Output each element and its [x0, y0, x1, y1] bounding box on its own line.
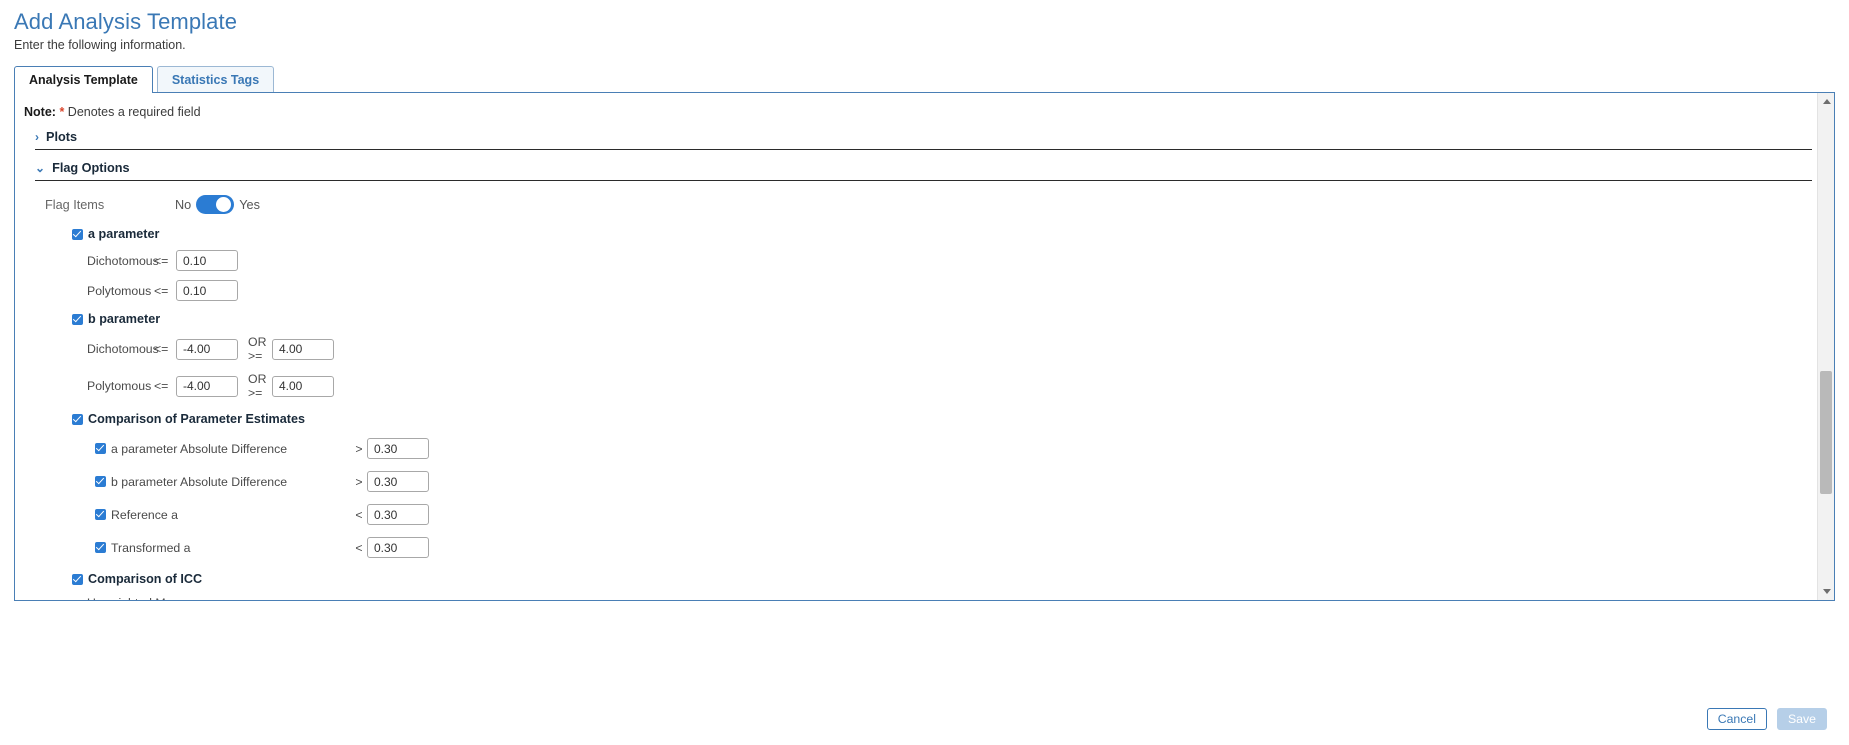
b-absolute-difference-operator: > [355, 474, 363, 489]
a-absolute-difference-checkbox[interactable] [95, 443, 106, 454]
scroll-up-arrow-icon[interactable] [1818, 93, 1835, 110]
required-field-note: Note: * Denotes a required field [15, 93, 1834, 119]
b-absolute-difference-input[interactable] [367, 471, 429, 492]
a-dichotomous-operator: <= [154, 253, 169, 268]
a-parameter-checkbox[interactable] [72, 228, 83, 240]
tab-statistics-tags[interactable]: Statistics Tags [156, 66, 275, 93]
note-prefix: Note: [24, 105, 56, 119]
tab-bar: Analysis Template Statistics Tags [14, 66, 1849, 93]
flag-items-toggle-group: No Yes [175, 195, 260, 214]
reference-a-label: Reference a [111, 507, 178, 522]
form-panel: Note: * Denotes a required field › Plots… [14, 92, 1835, 601]
b-polytomous-label: Polytomous [87, 379, 152, 393]
chevron-right-icon: › [35, 130, 39, 144]
note-text: Denotes a required field [67, 105, 201, 119]
section-plots-divider [35, 149, 1812, 150]
toggle-off-label: No [175, 197, 192, 212]
comparison-parameter-estimates-group: Comparison of Parameter Estimates [15, 400, 1834, 426]
page-title: Add Analysis Template [14, 9, 238, 34]
a-parameter-polytomous-row: Polytomous <= [15, 280, 1834, 301]
transformed-a-label: Transformed a [111, 540, 191, 555]
comparison-parameter-estimates-checkbox-row[interactable]: Comparison of Parameter Estimates [72, 412, 1834, 426]
cmp-row-transformed-a: Transformed a < [15, 537, 1834, 558]
b-dichotomous-input[interactable] [176, 338, 238, 360]
a-parameter-label: a parameter [88, 227, 160, 241]
b-parameter-checkbox[interactable] [72, 313, 83, 325]
section-plots: › Plots [15, 130, 1834, 150]
a-dichotomous-label: Dichotomous [87, 253, 159, 268]
flag-items-label: Flag Items [45, 197, 105, 212]
b-dichotomous-operator-2: OR >= [248, 335, 267, 363]
a-parameter-dichotomous-row: Dichotomous <= [15, 250, 1834, 271]
add-analysis-template-page: Add Analysis Template Enter the followin… [0, 0, 1849, 745]
comparison-icc-checkbox-row[interactable]: Comparison of ICC [72, 572, 1834, 586]
toggle-on-label: Yes [239, 197, 260, 212]
flag-items-row: Flag Items No Yes [15, 181, 1834, 214]
vertical-scrollbar[interactable] [1817, 93, 1834, 600]
b-polytomous-operator: <= [154, 379, 169, 393]
section-plots-label: Plots [46, 130, 78, 144]
a-polytomous-operator: <= [154, 283, 169, 298]
a-absolute-difference-input[interactable] [367, 438, 429, 459]
unweighted-max-difference-label: Unweighted Max Difference [87, 596, 215, 600]
chevron-down-icon: ⌄ [35, 161, 46, 175]
a-parameter-group: a parameter [15, 214, 1834, 241]
save-button[interactable]: Save [1776, 708, 1827, 730]
scrollbar-thumb[interactable] [1820, 371, 1832, 494]
comparison-parameter-estimates-label: Comparison of Parameter Estimates [88, 412, 305, 426]
reference-a-input[interactable] [367, 504, 429, 525]
transformed-a-input[interactable] [367, 537, 429, 558]
b-polytomous-operator-2: OR >= [248, 372, 267, 400]
comparison-parameter-estimates-checkbox[interactable] [72, 413, 83, 425]
comparison-icc-group: Comparison of ICC [15, 558, 1834, 586]
reference-a-operator: < [355, 507, 363, 522]
comparison-icc-checkbox[interactable] [72, 573, 83, 585]
b-dichotomous-label: Dichotomous [87, 342, 159, 356]
a-dichotomous-input[interactable] [176, 250, 238, 271]
a-polytomous-label: Polytomous [87, 283, 152, 298]
footer-actions: Cancel Save [0, 693, 1849, 745]
b-dichotomous-operator: <= [154, 342, 169, 356]
flag-items-toggle[interactable] [196, 195, 235, 214]
form-panel-content: Note: * Denotes a required field › Plots… [15, 93, 1834, 600]
required-asterisk: * [59, 105, 65, 119]
page-subtitle: Enter the following information. [14, 38, 186, 52]
a-absolute-difference-operator: > [355, 441, 363, 456]
b-parameter-polytomous-row: Polytomous <= OR >= [15, 372, 1834, 400]
b-absolute-difference-checkbox[interactable] [95, 476, 106, 487]
cmp-row-reference-a: Reference a < [15, 504, 1834, 525]
b-parameter-group: b parameter [15, 301, 1834, 326]
icc-row-unweighted-max-difference: Unweighted Max Difference >= [15, 596, 1834, 600]
toggle-knob [216, 197, 232, 212]
b-parameter-label: b parameter [88, 312, 161, 326]
a-parameter-checkbox-row[interactable]: a parameter [72, 227, 1834, 241]
reference-a-checkbox[interactable] [95, 509, 106, 520]
tab-analysis-template[interactable]: Analysis Template [14, 66, 153, 93]
unweighted-max-difference-input[interactable] [241, 599, 303, 600]
section-plots-header[interactable]: › Plots [15, 130, 1834, 149]
a-polytomous-input[interactable] [176, 280, 238, 301]
transformed-a-checkbox[interactable] [95, 542, 106, 553]
b-parameter-dichotomous-row: Dichotomous <= OR >= [15, 335, 1834, 363]
page-header: Add Analysis Template Enter the followin… [0, 0, 1849, 53]
section-flag-options-header[interactable]: ⌄ Flag Options [15, 161, 1834, 180]
transformed-a-operator: < [355, 540, 363, 555]
cancel-button[interactable]: Cancel [1706, 708, 1767, 730]
comparison-icc-label: Comparison of ICC [88, 572, 203, 586]
b-polytomous-input-2[interactable] [272, 375, 334, 397]
cmp-row-a-abs-diff: a parameter Absolute Difference > [15, 438, 1834, 459]
b-polytomous-input[interactable] [176, 375, 238, 397]
section-flag-options: ⌄ Flag Options Flag Items No Yes a param… [15, 161, 1834, 600]
b-dichotomous-input-2[interactable] [272, 338, 334, 360]
a-absolute-difference-label: a parameter Absolute Difference [111, 441, 288, 456]
section-flag-options-label: Flag Options [52, 161, 130, 175]
b-absolute-difference-label: b parameter Absolute Difference [111, 474, 288, 489]
scroll-down-arrow-icon[interactable] [1818, 583, 1835, 600]
b-parameter-checkbox-row[interactable]: b parameter [72, 312, 1834, 326]
cmp-row-b-abs-diff: b parameter Absolute Difference > [15, 471, 1834, 492]
